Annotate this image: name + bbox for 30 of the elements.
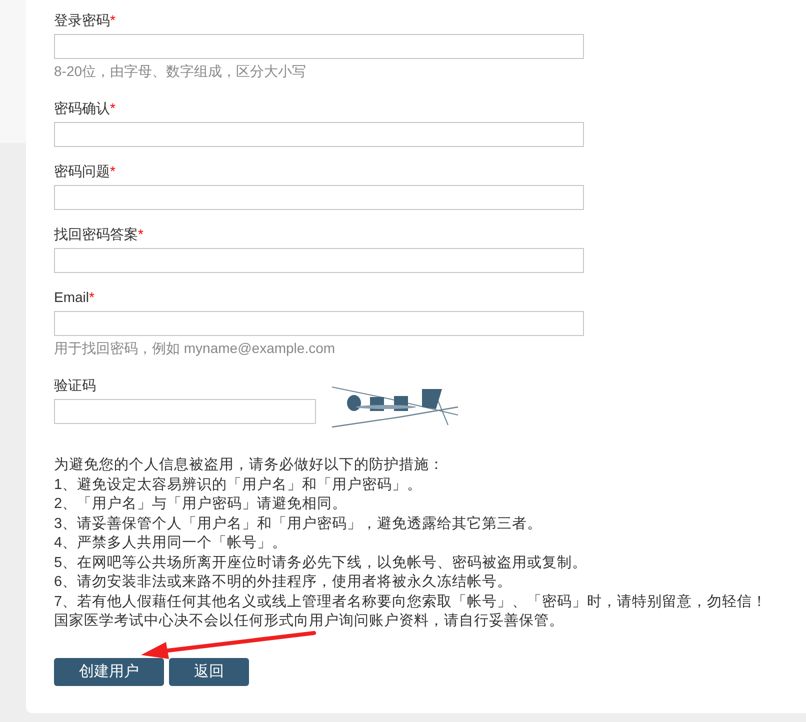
field-label: 验证码	[54, 376, 96, 395]
notice-text: 1、避免设定太容易辨识的「用户名」和「用户密码」。	[54, 476, 422, 494]
required-mark: *	[110, 12, 116, 28]
notice-text: 3、请妥善保管个人「用户名」和「用户密码」，避免透露给其它第三者。	[54, 514, 542, 534]
notice-text: 国家医学考试中心决不会以任何形式向用户询问账户资料，请自行妥善保管。	[54, 612, 564, 631]
field-label: 密码确认*	[54, 99, 116, 118]
input-field[interactable]	[54, 185, 584, 210]
required-mark: *	[138, 226, 144, 242]
field-hint: 8-20位，由字母、数字组成，区分大小写	[54, 62, 306, 81]
input-field[interactable]	[54, 399, 316, 424]
required-mark: *	[110, 100, 116, 116]
field-label: Email*	[54, 288, 94, 307]
required-mark: *	[110, 163, 116, 179]
form-button[interactable]: 创建用户	[54, 658, 164, 686]
field-label: 密码问题*	[54, 162, 116, 181]
input-field[interactable]	[54, 34, 584, 59]
notice-text: 为避免您的个人信息被盗用，请务必做好以下的防护措施：	[54, 456, 444, 475]
notice-text: 5、在网吧等公共场所离开座位时请务必先下线，以免帐号、密码被盗用或复制。	[54, 554, 588, 572]
notice-text: 4、严禁多人共用同一个「帐号」。	[54, 534, 288, 553]
input-field[interactable]	[54, 248, 584, 273]
notice-text: 2、「用户名」与「用户密码」请避免相同。	[54, 495, 348, 514]
field-label: 登录密码*	[54, 11, 116, 30]
notice-text: 7、若有他人假藉任何其他名义或线上管理者名称要向您索取「帐号」、「密码」时，请特别留意，勿轻信！	[54, 592, 768, 612]
form-button[interactable]: 返回	[169, 658, 249, 686]
notice-text: 6、请勿安装非法或来路不明的外挂程序，使用者将被永久冻结帐号。	[54, 573, 512, 592]
input-field[interactable]	[54, 311, 584, 336]
field-hint: 用于找回密码，例如 myname@example.com	[54, 339, 336, 358]
field-label: 找回密码答案*	[54, 225, 144, 244]
required-mark: *	[89, 289, 94, 305]
input-field[interactable]	[54, 122, 584, 147]
